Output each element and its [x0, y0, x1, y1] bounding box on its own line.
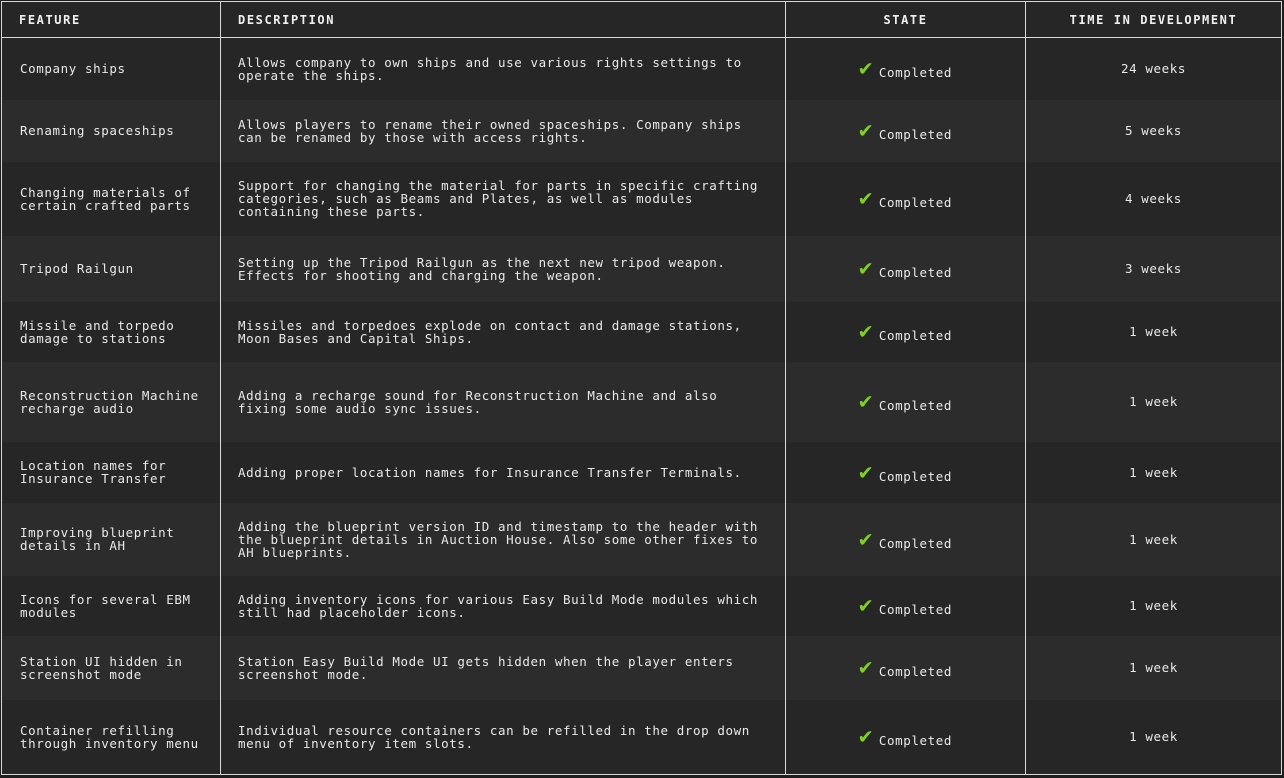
state-label: Completed — [878, 468, 952, 484]
state-label: Completed — [878, 664, 952, 679]
table-row: Location names for Insurance Transfer Ad… — [1, 441, 1282, 503]
dev-progress-table: Feature Description State Time in develo… — [1, 1, 1282, 775]
description-cell: Allows players to rename their owned spa… — [220, 99, 786, 162]
feature-cell: Location names for Insurance Transfer — [1, 441, 221, 503]
check-icon: ✔ — [859, 319, 873, 344]
check-icon: ✔ — [859, 655, 873, 680]
header-state: State — [785, 1, 1026, 38]
description-cell: Setting up the Tripod Railgun as the nex… — [220, 235, 786, 302]
check-icon: ✔ — [859, 389, 873, 414]
feature-cell: Changing materials of certain crafted pa… — [1, 161, 221, 236]
time-cell: 4 weeks — [1025, 161, 1282, 236]
table-row: Renaming spaceships Allows players to re… — [1, 99, 1282, 162]
state-label: Completed — [878, 733, 952, 749]
state-cell: ✔ Completed — [785, 441, 1026, 503]
state-cell: ✔ Completed — [785, 99, 1026, 162]
state-cell: ✔ Completed — [785, 361, 1026, 442]
time-cell: 1 week — [1025, 301, 1282, 362]
time-cell: 24 weeks — [1025, 37, 1282, 100]
state-cell: ✔ Completed — [785, 635, 1026, 700]
table-row: Improving blueprint details in AH Adding… — [1, 502, 1282, 576]
description-cell: Support for changing the material for pa… — [220, 161, 786, 236]
description-cell: Station Easy Build Mode UI gets hidden w… — [220, 635, 786, 700]
check-icon: ✔ — [859, 459, 873, 485]
state-label: Completed — [878, 127, 952, 142]
table-row: Reconstruction Machine recharge audio Ad… — [1, 361, 1282, 442]
state-label: Completed — [878, 65, 952, 81]
check-icon: ✔ — [859, 724, 873, 750]
description-cell: Allows company to own ships and use vari… — [220, 37, 786, 100]
table-row: Company ships Allows company to own ship… — [1, 37, 1282, 100]
check-icon: ✔ — [859, 526, 873, 552]
state-label: Completed — [878, 398, 952, 413]
check-icon: ✔ — [859, 118, 873, 143]
state-cell: ✔ Completed — [785, 575, 1026, 636]
header-time: Time in development — [1025, 1, 1282, 38]
table-body: Company ships Allows company to own ship… — [1, 37, 1282, 775]
time-cell: 1 week — [1025, 441, 1282, 503]
feature-cell: Icons for several EBM modules — [1, 575, 221, 636]
description-cell: Adding inventory icons for various Easy … — [220, 575, 786, 636]
state-label: Completed — [878, 265, 952, 280]
feature-cell: Company ships — [1, 37, 221, 100]
description-cell: Individual resource containers can be re… — [220, 699, 786, 775]
state-cell: ✔ Completed — [785, 235, 1026, 302]
description-cell: Adding the blueprint version ID and time… — [220, 502, 786, 576]
time-cell: 1 week — [1025, 361, 1282, 442]
state-cell: ✔ Completed — [785, 502, 1026, 576]
state-cell: ✔ Completed — [785, 161, 1026, 236]
dev-progress-table-container: Feature Description State Time in develo… — [1, 1, 1283, 777]
table-row: Container refilling through inventory me… — [1, 699, 1282, 775]
description-cell: Adding a recharge sound for Reconstructi… — [220, 361, 786, 442]
feature-cell: Container refilling through inventory me… — [1, 699, 221, 775]
time-cell: 1 week — [1025, 575, 1282, 636]
description-cell: Adding proper location names for Insuran… — [220, 441, 786, 503]
check-icon: ✔ — [859, 56, 873, 82]
time-cell: 1 week — [1025, 502, 1282, 576]
table-row: Missile and torpedo damage to stations M… — [1, 301, 1282, 362]
state-label: Completed — [878, 602, 952, 617]
feature-cell: Station UI hidden in screenshot mode — [1, 635, 221, 700]
description-cell: Missiles and torpedoes explode on contac… — [220, 301, 786, 362]
header-feature: Feature — [1, 1, 221, 38]
feature-cell: Improving blueprint details in AH — [1, 502, 221, 576]
table-row: Changing materials of certain crafted pa… — [1, 161, 1282, 236]
time-cell: 5 weeks — [1025, 99, 1282, 162]
state-label: Completed — [878, 535, 952, 551]
table-row: Tripod Railgun Setting up the Tripod Rai… — [1, 235, 1282, 302]
check-icon: ✔ — [859, 256, 873, 281]
table-header-row: Feature Description State Time in develo… — [1, 1, 1282, 38]
table-row: Station UI hidden in screenshot mode Sta… — [1, 635, 1282, 700]
feature-cell: Renaming spaceships — [1, 99, 221, 162]
state-label: Completed — [878, 328, 952, 343]
state-cell: ✔ Completed — [785, 699, 1026, 775]
state-cell: ✔ Completed — [785, 37, 1026, 100]
state-label: Completed — [878, 195, 952, 210]
state-cell: ✔ Completed — [785, 301, 1026, 362]
header-description: Description — [220, 1, 786, 38]
time-cell: 3 weeks — [1025, 235, 1282, 302]
feature-cell: Tripod Railgun — [1, 235, 221, 302]
time-cell: 1 week — [1025, 635, 1282, 700]
check-icon: ✔ — [859, 593, 873, 618]
check-icon: ✔ — [859, 186, 873, 211]
feature-cell: Reconstruction Machine recharge audio — [1, 361, 221, 442]
table-row: Icons for several EBM modules Adding inv… — [1, 575, 1282, 636]
time-cell: 1 week — [1025, 699, 1282, 775]
feature-cell: Missile and torpedo damage to stations — [1, 301, 221, 362]
